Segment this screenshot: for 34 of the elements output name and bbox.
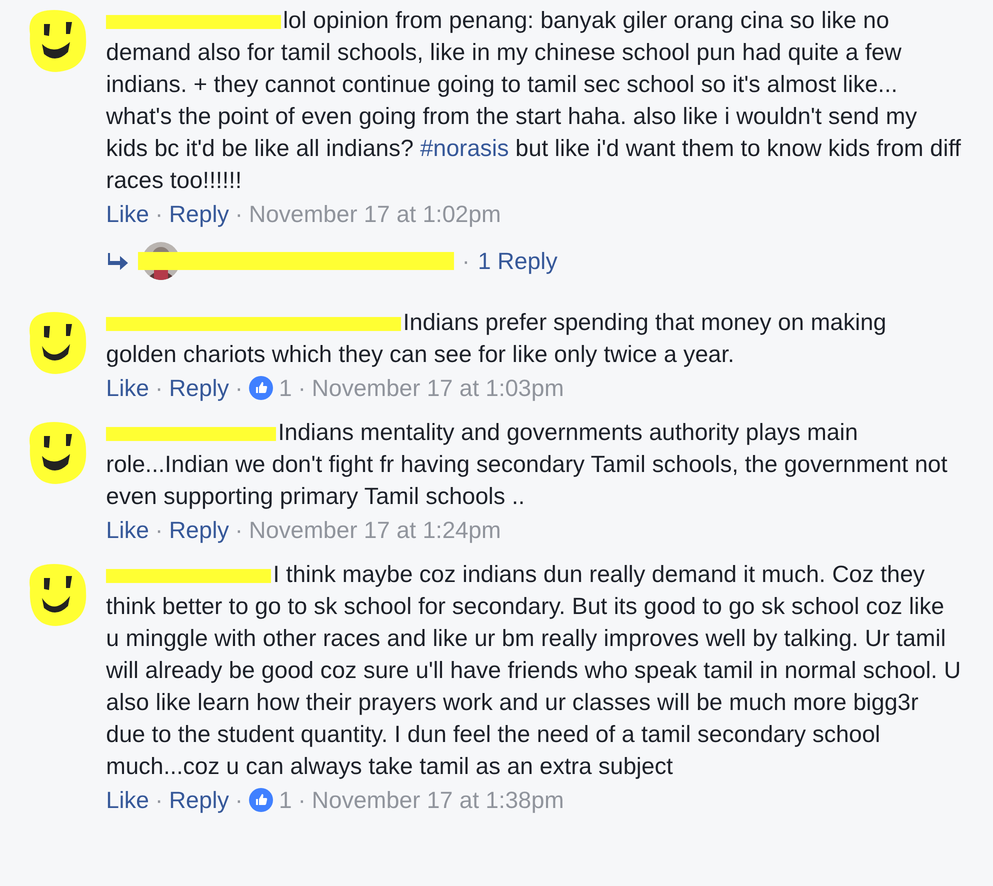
separator-dot: · — [462, 247, 470, 276]
like-count: 1 — [278, 786, 292, 815]
separator-dot: · — [298, 786, 306, 815]
comment-time: November 17 at 1:02pm — [248, 200, 501, 229]
separator-dot: · — [298, 374, 306, 403]
separator-dot: · — [235, 516, 243, 545]
like-link[interactable]: Like — [106, 198, 150, 230]
separator-dot: · — [235, 200, 243, 229]
like-icon — [248, 788, 273, 812]
reply-link[interactable]: Reply — [168, 198, 230, 230]
separator-dot: · — [155, 374, 163, 403]
like-link[interactable]: Like — [106, 514, 150, 546]
like-icon — [248, 376, 273, 400]
reply-link[interactable]: Reply — [168, 514, 230, 546]
comment-text: Indians prefer spending that money on making golden chariots which they can see for like only twice a year. — [106, 308, 888, 369]
like-link[interactable]: Like — [106, 784, 150, 816]
separator-dot: · — [235, 786, 243, 815]
comment-text: Indians mentality and governments authority plays main role...Indian we don't fight fr having secondary Tamil schools, the government not even supporting primary Tamil schools .. — [106, 418, 948, 511]
hashtag-link[interactable]: #norasis — [420, 135, 509, 161]
separator-dot: · — [155, 516, 163, 545]
like-count: 1 — [278, 374, 292, 403]
comment-time: November 17 at 1:03pm — [312, 374, 564, 403]
comment-text: I think maybe coz indians dun really demand it much. Coz they think better to go to sk school for secondary. But its good to go sk school coz like u minggle with other races and like ur bm really improves well by talking. Ur tamil will already be good coz sure u'll have friends who speak tamil in normal school. U also like learn how their prayers work and ur classes will be much more bigg3r due to the student quantity. I dun feel the need of a tamil secondary school much...coz u can always take tamil as an extra subject — [106, 560, 962, 781]
separator-dot: · — [155, 200, 163, 229]
separator-dot: · — [235, 374, 243, 403]
comment-time: November 17 at 1:38pm — [312, 786, 564, 815]
reply-link[interactable]: Reply — [168, 372, 230, 404]
like-link[interactable]: Like — [106, 372, 150, 404]
reply-arrow-icon — [106, 251, 130, 271]
comment-time: November 17 at 1:24pm — [248, 516, 501, 545]
reply-link[interactable]: Reply — [168, 784, 230, 816]
comment-text: lol opinion from penang: banyak giler orang cina so like no demand also for tamil schools, like in my chinese school pun had quite a few indians. + they cannot continue going to tamil sec school so it's almost like... what's the point of even going from the start haha. also like i wouldn't send my kids bc it'd be like all indians? #norasis but like i'd want them to know kids from diff races too!!!!!! — [106, 6, 962, 195]
replies-link[interactable]: 1 Reply — [478, 245, 558, 277]
separator-dot: · — [155, 786, 163, 815]
